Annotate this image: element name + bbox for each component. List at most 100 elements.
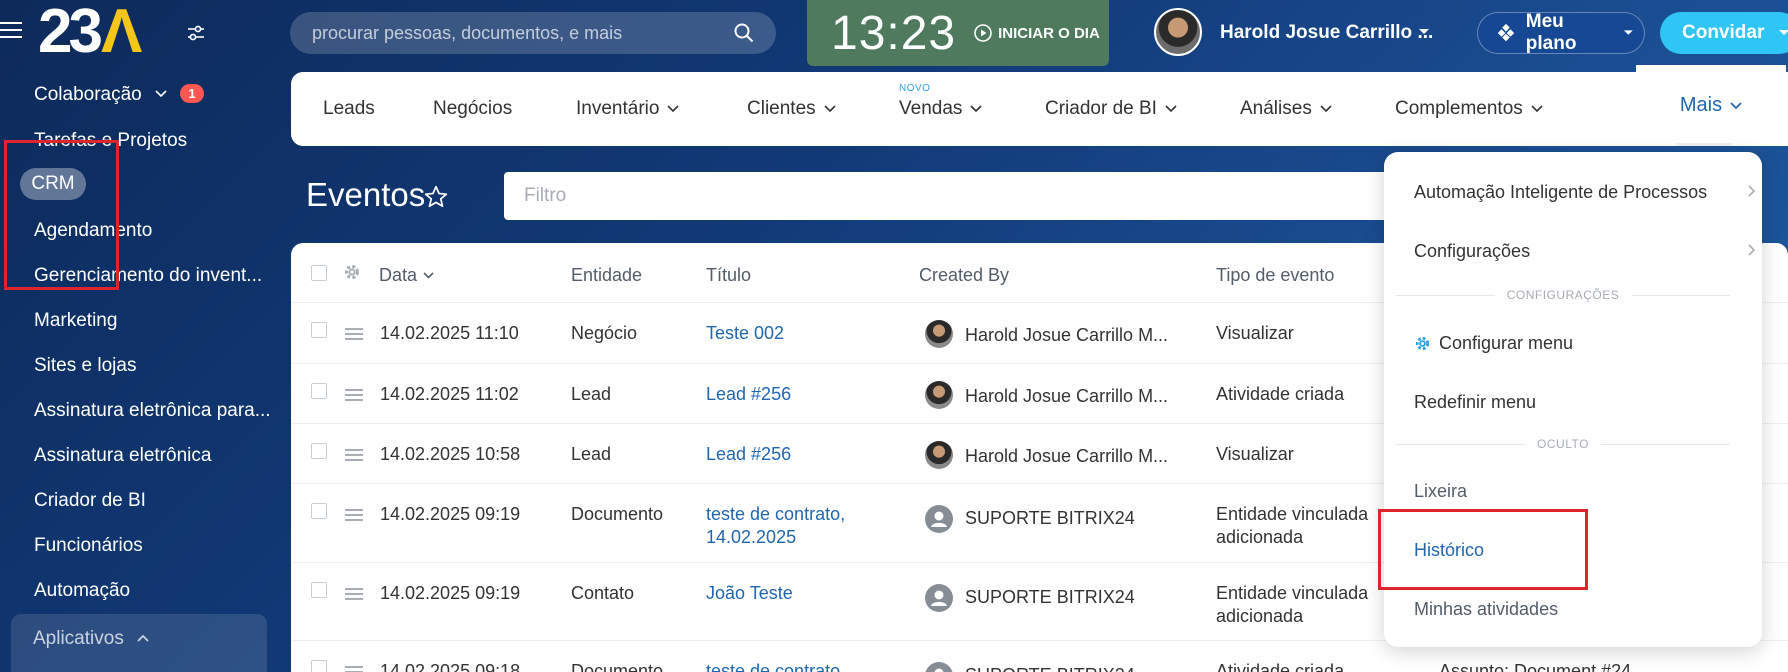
menu-item-my-activities[interactable]: Minhas atividades bbox=[1414, 599, 1558, 620]
select-all-checkbox[interactable] bbox=[311, 265, 327, 281]
tab-deals[interactable]: Negócios bbox=[433, 98, 512, 120]
left-menu-item-esign[interactable]: Assinatura eletrônica bbox=[34, 445, 211, 467]
row-checkbox[interactable] bbox=[311, 322, 327, 338]
tab-addons[interactable]: Complementos bbox=[1395, 98, 1543, 120]
chevron-down-icon bbox=[970, 105, 982, 113]
left-menu-item-collaboration[interactable]: Colaboração 1 bbox=[34, 84, 204, 106]
cell-title-link[interactable]: Lead #256 bbox=[706, 443, 791, 466]
crm-top-nav: Leads Negócios Inventário Clientes NOVO … bbox=[291, 65, 1788, 146]
menu-item-trash[interactable]: Lixeira bbox=[1414, 481, 1467, 502]
star-icon[interactable] bbox=[423, 184, 449, 210]
cell-entity: Lead bbox=[571, 384, 612, 404]
row-checkbox[interactable] bbox=[311, 582, 327, 598]
my-plan-button[interactable]: Meu plano bbox=[1477, 11, 1645, 54]
default-user-icon bbox=[925, 584, 953, 612]
drag-handle-icon[interactable] bbox=[345, 389, 363, 401]
tab-analytics[interactable]: Análises bbox=[1240, 98, 1332, 120]
main-menu-icon[interactable] bbox=[0, 22, 24, 40]
tab-label: Criador de BI bbox=[1045, 98, 1157, 119]
cell-event-type: Atividade criada bbox=[1216, 384, 1345, 404]
cell-created-by[interactable]: SUPORTE BITRIX24 bbox=[965, 664, 1135, 672]
plan-diamond-icon bbox=[1498, 23, 1515, 42]
start-day-button[interactable]: INICIAR O DIA bbox=[974, 24, 1100, 42]
tab-label: Vendas bbox=[899, 98, 963, 119]
cell-date: 14.02.2025 09:19 bbox=[380, 504, 521, 524]
row-checkbox[interactable] bbox=[311, 660, 327, 672]
cell-date: 14.02.2025 10:58 bbox=[380, 444, 521, 464]
cell-event-type: Visualizar bbox=[1216, 323, 1294, 343]
left-menu-item-automation[interactable]: Automação bbox=[34, 580, 130, 602]
menu-item-reset-menu[interactable]: Redefinir menu bbox=[1414, 392, 1536, 413]
search-input[interactable] bbox=[312, 22, 734, 44]
column-header-date[interactable]: Data bbox=[379, 265, 434, 286]
column-header-created-by[interactable]: Created By bbox=[919, 265, 1009, 286]
cell-created-by[interactable]: Harold Josue Carrillo M... bbox=[965, 385, 1168, 408]
invite-button[interactable]: Convidar bbox=[1660, 12, 1788, 54]
gear-icon[interactable] bbox=[343, 263, 361, 281]
new-badge: NOVO bbox=[899, 83, 931, 94]
tab-more[interactable]: Mais bbox=[1636, 65, 1786, 146]
work-day-widget[interactable]: 13:23 INICIAR O DIA bbox=[807, 0, 1109, 66]
cell-entity: Negócio bbox=[571, 323, 638, 343]
row-checkbox[interactable] bbox=[311, 383, 327, 399]
left-menu-item-marketing[interactable]: Marketing bbox=[34, 310, 117, 332]
menu-item-label: Automação Inteligente de Processos bbox=[1414, 182, 1708, 202]
row-checkbox[interactable] bbox=[311, 443, 327, 459]
cell-event-type: Entidade vinculada adicionada bbox=[1216, 582, 1368, 628]
tab-inventory[interactable]: Inventário bbox=[576, 98, 680, 120]
tab-leads[interactable]: Leads bbox=[323, 98, 375, 120]
user-avatar[interactable] bbox=[1154, 8, 1202, 56]
tab-bi-builder[interactable]: Criador de BI bbox=[1045, 98, 1177, 120]
user-avatar bbox=[925, 381, 953, 409]
left-menu-item-employees[interactable]: Funcionários bbox=[34, 535, 143, 557]
left-menu-item-sites[interactable]: Sites e lojas bbox=[34, 355, 136, 377]
left-menu-apps-section[interactable]: Aplicativos bbox=[11, 614, 267, 672]
cell-extra: Assunto: Document #24 bbox=[1439, 661, 1632, 672]
column-header-entity[interactable]: Entidade bbox=[571, 265, 642, 286]
cell-title-link[interactable]: Teste 002 bbox=[706, 322, 784, 345]
drag-handle-icon[interactable] bbox=[345, 449, 363, 461]
tab-label: Clientes bbox=[747, 98, 816, 119]
cell-title-link[interactable]: Lead #256 bbox=[706, 383, 791, 406]
filter-bar[interactable] bbox=[504, 172, 1404, 220]
tab-clients[interactable]: Clientes bbox=[747, 98, 836, 120]
notification-badge: 1 bbox=[180, 84, 204, 103]
cell-date: 14.02.2025 11:10 bbox=[380, 323, 519, 343]
row-checkbox[interactable] bbox=[311, 503, 327, 519]
drag-handle-icon[interactable] bbox=[345, 509, 363, 521]
menu-item-configure-menu[interactable]: Configurar menu bbox=[1414, 333, 1573, 354]
chevron-down-icon[interactable] bbox=[1418, 28, 1430, 36]
chevron-down-icon bbox=[1165, 105, 1177, 113]
left-menu-item-esign-hr[interactable]: Assinatura eletrônica para... bbox=[34, 400, 271, 422]
drag-handle-icon[interactable] bbox=[345, 588, 363, 600]
drag-handle-icon[interactable] bbox=[345, 666, 363, 672]
column-header-title[interactable]: Título bbox=[706, 265, 751, 286]
cell-created-by[interactable]: SUPORTE BITRIX24 bbox=[965, 586, 1135, 609]
chevron-down-icon bbox=[1779, 30, 1788, 35]
drag-handle-icon[interactable] bbox=[345, 328, 363, 340]
global-search[interactable] bbox=[290, 12, 776, 54]
menu-item-bpa[interactable]: Automação Inteligente de Processos bbox=[1414, 182, 1756, 203]
play-icon bbox=[974, 24, 992, 42]
filter-input[interactable] bbox=[524, 185, 1384, 207]
menu-section-label: OCULTO bbox=[1525, 437, 1601, 451]
cell-title-link[interactable]: teste de contrato, 14.02.2025 bbox=[706, 503, 845, 549]
default-user-icon bbox=[925, 662, 953, 672]
tab-label: Inventário bbox=[576, 98, 660, 119]
cell-title-link[interactable]: teste de contrato, bbox=[706, 660, 845, 672]
settings-sliders-icon[interactable] bbox=[187, 24, 205, 42]
cell-created-by[interactable]: Harold Josue Carrillo M... bbox=[965, 445, 1168, 468]
event-type-line: adicionada bbox=[1216, 527, 1304, 547]
cell-created-by[interactable]: Harold Josue Carrillo M... bbox=[965, 324, 1168, 347]
cell-event-type: Entidade vinculada adicionada bbox=[1216, 503, 1368, 549]
menu-item-configurations[interactable]: Configurações bbox=[1414, 241, 1756, 262]
tab-sales[interactable]: Vendas bbox=[899, 98, 982, 120]
user-name[interactable]: Harold Josue Carrillo ... bbox=[1220, 22, 1433, 44]
column-header-event-type[interactable]: Tipo de evento bbox=[1216, 265, 1334, 286]
chevron-down-icon bbox=[1730, 101, 1742, 109]
search-icon[interactable] bbox=[734, 23, 754, 43]
cell-title-link[interactable]: João Teste bbox=[706, 582, 793, 605]
left-menu-item-bi[interactable]: Criador de BI bbox=[34, 490, 146, 512]
cell-created-by[interactable]: SUPORTE BITRIX24 bbox=[965, 507, 1135, 530]
logo[interactable]: 23 Λ bbox=[38, 0, 142, 64]
